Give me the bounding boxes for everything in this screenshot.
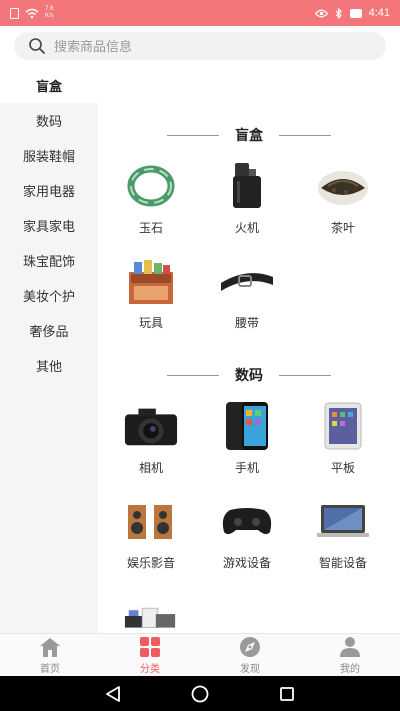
tab-label: 首页 <box>40 663 60 675</box>
sidebar-item-beauty[interactable]: 美妆个护 <box>0 278 98 313</box>
category-label: 娱乐影音 <box>126 556 175 570</box>
speaker-icon <box>123 494 179 548</box>
recents-square-icon <box>279 686 294 701</box>
blind-box-grid: 玉石 火机 茶叶 玩具 腰带 <box>98 155 400 345</box>
tab-discover[interactable]: 发现 <box>200 634 300 676</box>
tab-home[interactable]: 首页 <box>0 634 100 676</box>
home-circle-icon <box>191 685 209 702</box>
tab-label: 发现 <box>240 663 260 675</box>
bottom-tab-bar: 首页 分类 发现 我的 <box>0 633 400 676</box>
sidebar-item-blind-box[interactable]: 盲盒 <box>0 68 98 103</box>
category-label: 玉石 <box>138 221 163 235</box>
search-icon <box>29 38 45 54</box>
battery-icon <box>349 8 362 18</box>
category-cell-gaming[interactable]: 游戏设备 <box>199 490 295 585</box>
sidebar-item-home-appliances[interactable]: 家用电器 <box>0 173 98 208</box>
title-divider-left <box>167 374 219 376</box>
tab-label: 分类 <box>140 663 160 675</box>
nav-home-button[interactable] <box>185 682 215 706</box>
camera-icon <box>123 399 179 453</box>
tab-label: 我的 <box>340 663 360 675</box>
home-icon <box>40 637 60 657</box>
category-label: 火机 <box>234 221 259 235</box>
title-divider-right <box>279 134 331 136</box>
toy-box-icon <box>123 254 179 308</box>
section-title-text: 数码 <box>235 367 263 383</box>
system-nav-bar <box>0 676 400 711</box>
belt-icon <box>219 254 275 308</box>
tea-icon <box>315 159 371 213</box>
category-cell-tea[interactable]: 茶叶 <box>295 155 391 250</box>
sidebar-item-digital[interactable]: 数码 <box>0 103 98 138</box>
bluetooth-icon <box>335 7 342 19</box>
discover-icon <box>240 636 260 657</box>
category-label: 相机 <box>138 461 163 475</box>
title-divider-right <box>279 374 331 376</box>
category-cell-tablet[interactable]: 平板 <box>295 395 391 490</box>
network-speed-unit: K/s <box>45 13 54 19</box>
category-cell-lighter[interactable]: 火机 <box>199 155 295 250</box>
category-label: 玩具 <box>138 316 163 330</box>
section-title-digital: 数码 <box>98 363 400 387</box>
digital-grid: 相机 手机 平板 娱乐影音 游戏设备 智能设备 <box>98 395 400 633</box>
section-title-blind-box: 盲盒 <box>98 123 400 147</box>
category-cell-speaker[interactable]: 娱乐影音 <box>103 490 199 585</box>
category-label: 智能设备 <box>318 556 367 570</box>
sim-icon <box>10 7 19 19</box>
lighter-icon <box>219 159 275 213</box>
tab-category[interactable]: 分类 <box>100 634 200 676</box>
eye-icon <box>314 9 328 17</box>
category-cell-camera[interactable]: 相机 <box>103 395 199 490</box>
category-cell-digital-other[interactable]: 其他 <box>103 585 199 633</box>
category-icon <box>140 636 160 657</box>
category-label: 平板 <box>330 461 355 475</box>
section-title-text: 盲盒 <box>235 127 263 143</box>
wifi-icon <box>25 8 39 18</box>
network-speed: 7.6 K/s <box>45 6 54 20</box>
status-right: 4:41 <box>314 7 390 19</box>
search-bar[interactable] <box>14 32 386 60</box>
phone-icon <box>219 399 275 453</box>
category-sidebar: 盲盒 数码 服装鞋帽 家用电器 家具家电 珠宝配饰 美妆个护 奢侈品 其他 <box>0 68 98 668</box>
status-left: 7.6 K/s <box>10 6 54 20</box>
category-cell-smart-device[interactable]: 智能设备 <box>295 490 391 585</box>
gamepad-icon <box>219 494 275 548</box>
sidebar-item-other[interactable]: 其他 <box>0 348 98 383</box>
sidebar-item-jewelry[interactable]: 珠宝配饰 <box>0 243 98 278</box>
category-label: 手机 <box>234 461 259 475</box>
category-content: 盲盒 玉石 火机 茶叶 玩具 腰带 数码 相机 手机 平板 娱乐影音 游戏设备 … <box>98 68 400 633</box>
sidebar-item-luxury[interactable]: 奢侈品 <box>0 313 98 348</box>
category-cell-jade[interactable]: 玉石 <box>103 155 199 250</box>
clock: 4:41 <box>368 7 390 19</box>
category-cell-phone[interactable]: 手机 <box>199 395 295 490</box>
laptop-icon <box>315 494 371 548</box>
nav-back-button[interactable] <box>98 682 128 706</box>
search-input[interactable] <box>54 38 354 54</box>
back-triangle-icon <box>106 685 121 702</box>
jade-bracelet-icon <box>123 159 179 213</box>
category-cell-toy[interactable]: 玩具 <box>103 250 199 345</box>
tablet-icon <box>315 399 371 453</box>
gadgets-icon <box>123 589 179 633</box>
network-speed-value: 7.6 <box>45 6 54 12</box>
sidebar-item-furniture[interactable]: 家具家电 <box>0 208 98 243</box>
tab-profile[interactable]: 我的 <box>300 634 400 676</box>
category-label: 腰带 <box>234 316 259 330</box>
sidebar-filler <box>0 383 98 668</box>
title-divider-left <box>167 134 219 136</box>
category-label: 游戏设备 <box>222 556 271 570</box>
status-bar: 7.6 K/s 4:41 <box>0 0 400 26</box>
nav-recents-button[interactable] <box>272 682 302 706</box>
category-cell-belt[interactable]: 腰带 <box>199 250 295 345</box>
category-label: 茶叶 <box>330 221 355 235</box>
profile-icon <box>340 636 360 657</box>
sidebar-item-clothing[interactable]: 服装鞋帽 <box>0 138 98 173</box>
